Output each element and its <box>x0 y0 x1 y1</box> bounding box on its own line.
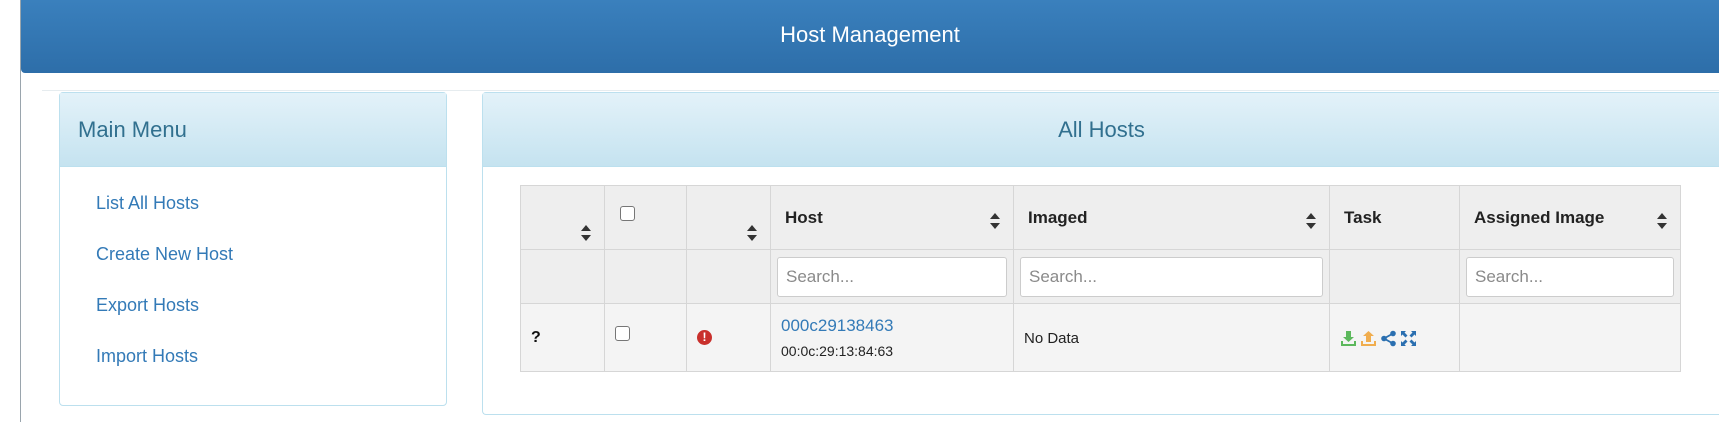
filter-cell-assigned-image <box>1459 249 1681 304</box>
sort-icon[interactable] <box>1305 212 1317 230</box>
menu-item-import-hosts[interactable]: Import Hosts <box>96 346 233 397</box>
task-cell <box>1329 303 1460 372</box>
filter-cell-imaged <box>1013 249 1330 304</box>
host-name-link[interactable]: 000c29138463 <box>781 316 894 336</box>
menu-item-create-new-host[interactable]: Create New Host <box>96 244 233 295</box>
filter-cell-empty <box>1329 249 1460 304</box>
column-header-host[interactable]: Host <box>770 185 1014 250</box>
filter-cell-empty <box>686 249 771 304</box>
menu-item-export-hosts[interactable]: Export Hosts <box>96 295 233 346</box>
multicast-icon[interactable] <box>1380 330 1397 347</box>
column-header-ping[interactable] <box>686 185 771 250</box>
filter-cell-empty <box>520 249 605 304</box>
hosts-table: Host Imaged Task Assigned Image Search..… <box>520 185 1681 372</box>
deploy-icon[interactable] <box>1340 330 1357 347</box>
main-menu-header: Main Menu <box>60 93 446 167</box>
assigned-image-cell <box>1459 303 1681 372</box>
host-cell: 000c29138463 00:0c:29:13:84:63 <box>770 303 1014 372</box>
top-header: Host Management <box>21 0 1719 73</box>
host-select-cell <box>604 303 687 372</box>
assigned-image-search-input[interactable] <box>1466 256 1674 297</box>
host-alert-cell: ! <box>686 303 771 372</box>
imaged-search-input[interactable] <box>1020 256 1323 297</box>
host-mac-address: 00:0c:29:13:84:63 <box>781 343 894 359</box>
column-header-status[interactable] <box>520 185 605 250</box>
divider <box>42 90 1719 91</box>
imaged-cell: No Data <box>1013 303 1330 372</box>
table-filter-row <box>520 249 1681 304</box>
column-header-assigned-image-label: Assigned Image <box>1474 207 1605 227</box>
capture-icon[interactable] <box>1360 330 1377 347</box>
sort-icon[interactable] <box>1656 212 1668 230</box>
host-select-checkbox[interactable] <box>615 326 630 341</box>
sort-icon[interactable] <box>989 212 1001 230</box>
table-header-row: Host Imaged Task Assigned Image <box>520 185 1681 250</box>
main-menu-title: Main Menu <box>78 117 187 142</box>
imaged-value: No Data <box>1024 330 1080 347</box>
all-hosts-panel: All Hosts Host Imaged Task Assigned Imag… <box>482 92 1719 415</box>
all-hosts-header: All Hosts <box>483 93 1719 167</box>
alert-icon: ! <box>697 330 712 345</box>
all-hosts-title: All Hosts <box>1058 117 1145 142</box>
select-all-checkbox[interactable] <box>620 206 635 221</box>
column-header-imaged-label: Imaged <box>1028 207 1088 227</box>
column-header-select-all <box>604 185 687 250</box>
host-search-input[interactable] <box>777 256 1007 297</box>
column-header-assigned-image[interactable]: Assigned Image <box>1459 185 1681 250</box>
sort-icon[interactable] <box>580 224 592 242</box>
column-header-task: Task <box>1329 185 1460 250</box>
sort-icon[interactable] <box>746 224 758 242</box>
menu-item-list-all-hosts[interactable]: List All Hosts <box>96 193 233 244</box>
task-icons <box>1340 330 1417 347</box>
main-menu-list: List All Hosts Create New Host Export Ho… <box>96 193 233 397</box>
column-header-imaged[interactable]: Imaged <box>1013 185 1330 250</box>
table-row: ? ! 000c29138463 00:0c:29:13:84:63 No Da… <box>520 303 1681 372</box>
column-header-host-label: Host <box>785 207 823 227</box>
page-title: Host Management <box>780 22 960 47</box>
main-menu-panel: Main Menu List All Hosts Create New Host… <box>59 92 447 406</box>
host-status-cell: ? <box>520 303 605 372</box>
column-header-task-label: Task <box>1344 207 1382 227</box>
filter-cell-empty <box>604 249 687 304</box>
filter-cell-host <box>770 249 1014 304</box>
advanced-icon[interactable] <box>1400 330 1417 347</box>
host-status-unknown: ? <box>531 329 541 346</box>
